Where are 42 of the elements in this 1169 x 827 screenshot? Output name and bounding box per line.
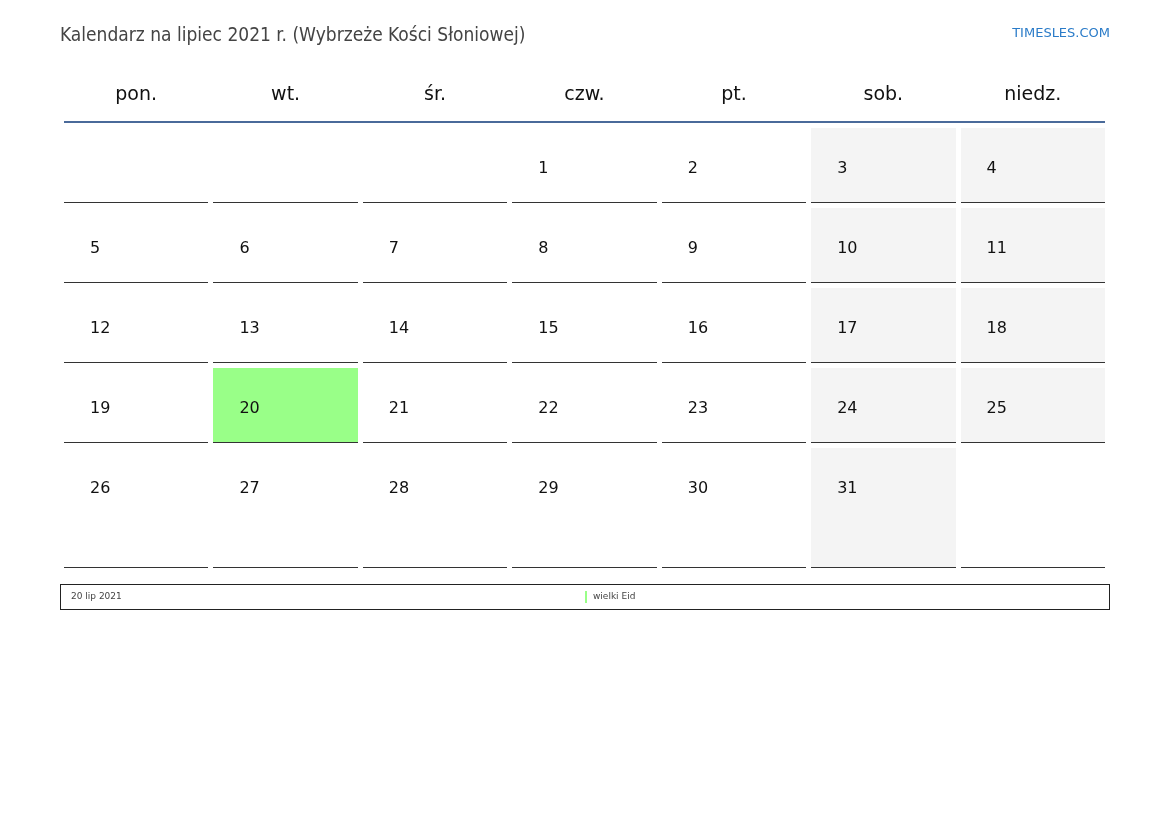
day-number: 7 [388,237,400,257]
day-number: 25 [986,397,1007,417]
day-number: 11 [986,237,1007,257]
day-number: 17 [837,317,858,337]
day-number: 1 [538,157,549,177]
weekday-header: pt. [721,80,747,106]
day-number: 9 [687,237,698,257]
day-number: 16 [687,317,709,337]
day-number: 8 [538,237,549,257]
day-number: 28 [388,477,410,497]
day-number: 6 [239,237,250,257]
day-number: 24 [837,397,858,417]
day-number: 26 [90,477,111,497]
weekday-header: pon. [115,80,158,106]
day-number: 29 [538,477,559,497]
weekday-header: śr. [424,80,447,106]
day-number: 19 [90,397,111,417]
holiday-date: 20 lip 2021 [71,589,123,603]
day-number: 30 [687,477,709,497]
day-number: 3 [837,157,848,177]
site-link[interactable]: TIMESLES.COM [1012,23,1110,43]
day-number: 10 [837,237,858,257]
day-number: 13 [239,317,260,337]
day-number: 23 [687,397,709,417]
calendar-title: Kalendarz na lipiec 2021 r. (Wybrzeże Kości Słoniowej) [60,22,526,47]
day-number: 15 [538,317,559,337]
day-number: 20 [239,397,260,417]
day-number: 2 [687,157,698,177]
day-number: 4 [986,157,997,177]
weekday-header: czw. [564,80,605,106]
day-number: 14 [388,317,410,337]
day-number: 12 [90,317,111,337]
day-number: 5 [90,237,101,257]
day-number: 18 [986,317,1007,337]
day-number: 27 [239,477,260,497]
weekday-header: sob. [863,80,904,106]
day-number: 31 [837,477,858,497]
day-number: 21 [388,397,410,417]
weekday-header: wt. [271,80,301,106]
holiday-name: wielki Eid [593,589,636,603]
weekday-header: niedz. [1004,80,1062,106]
day-number: 22 [538,397,559,417]
